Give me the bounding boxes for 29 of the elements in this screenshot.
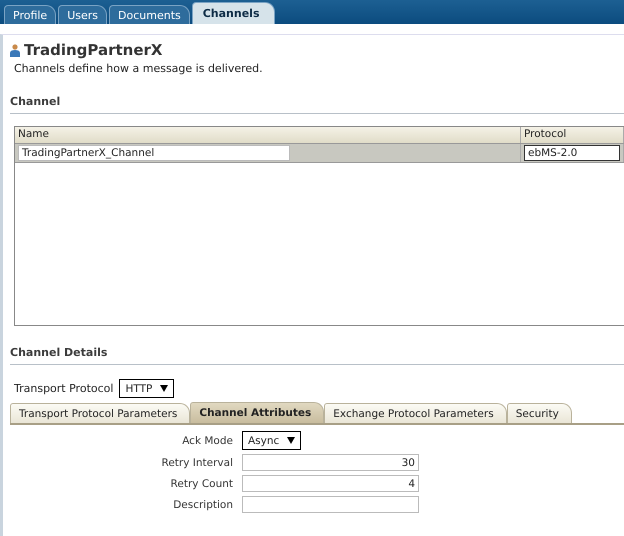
column-header: Protocol [521, 127, 624, 143]
tab[interactable]: Exchange Protocol Parameters [324, 403, 507, 423]
tab[interactable]: Security [506, 403, 572, 423]
input-field[interactable]: 4 [242, 475, 419, 492]
tab[interactable]: Documents [109, 5, 190, 24]
tab[interactable]: Users [58, 5, 108, 24]
tab[interactable]: Channels [192, 2, 275, 24]
transport-protocol-select[interactable]: HTTP [119, 379, 174, 398]
tab[interactable]: Transport Protocol Parameters [10, 403, 190, 423]
protocol-field[interactable]: ebMS-2.0 [524, 145, 620, 161]
caret-icon [287, 437, 296, 444]
field-label: Description [172, 498, 233, 510]
tab[interactable]: Profile [4, 5, 56, 24]
input-field[interactable] [242, 496, 419, 513]
tab[interactable]: Channel Attributes [190, 402, 324, 423]
caret-icon [160, 385, 168, 392]
field-label: Transport Protocol [14, 382, 114, 395]
field-label: Retry Interval [160, 456, 233, 468]
section-title: Channel [10, 95, 624, 114]
field-label: Ack Mode [181, 434, 233, 446]
name-field[interactable]: TradingPartnerX_Channel [18, 145, 290, 161]
column-header: Name [15, 127, 521, 143]
section-title: Channel Details [10, 346, 624, 365]
field-label: Retry Count [170, 478, 233, 490]
input-field[interactable]: 30 [242, 454, 419, 471]
person-icon [10, 44, 20, 56]
page-description: Channels define how a message is delivered. [14, 62, 264, 75]
page-title: TradingPartnerX [24, 41, 162, 59]
ack-mode-select[interactable]: Async [242, 431, 302, 450]
